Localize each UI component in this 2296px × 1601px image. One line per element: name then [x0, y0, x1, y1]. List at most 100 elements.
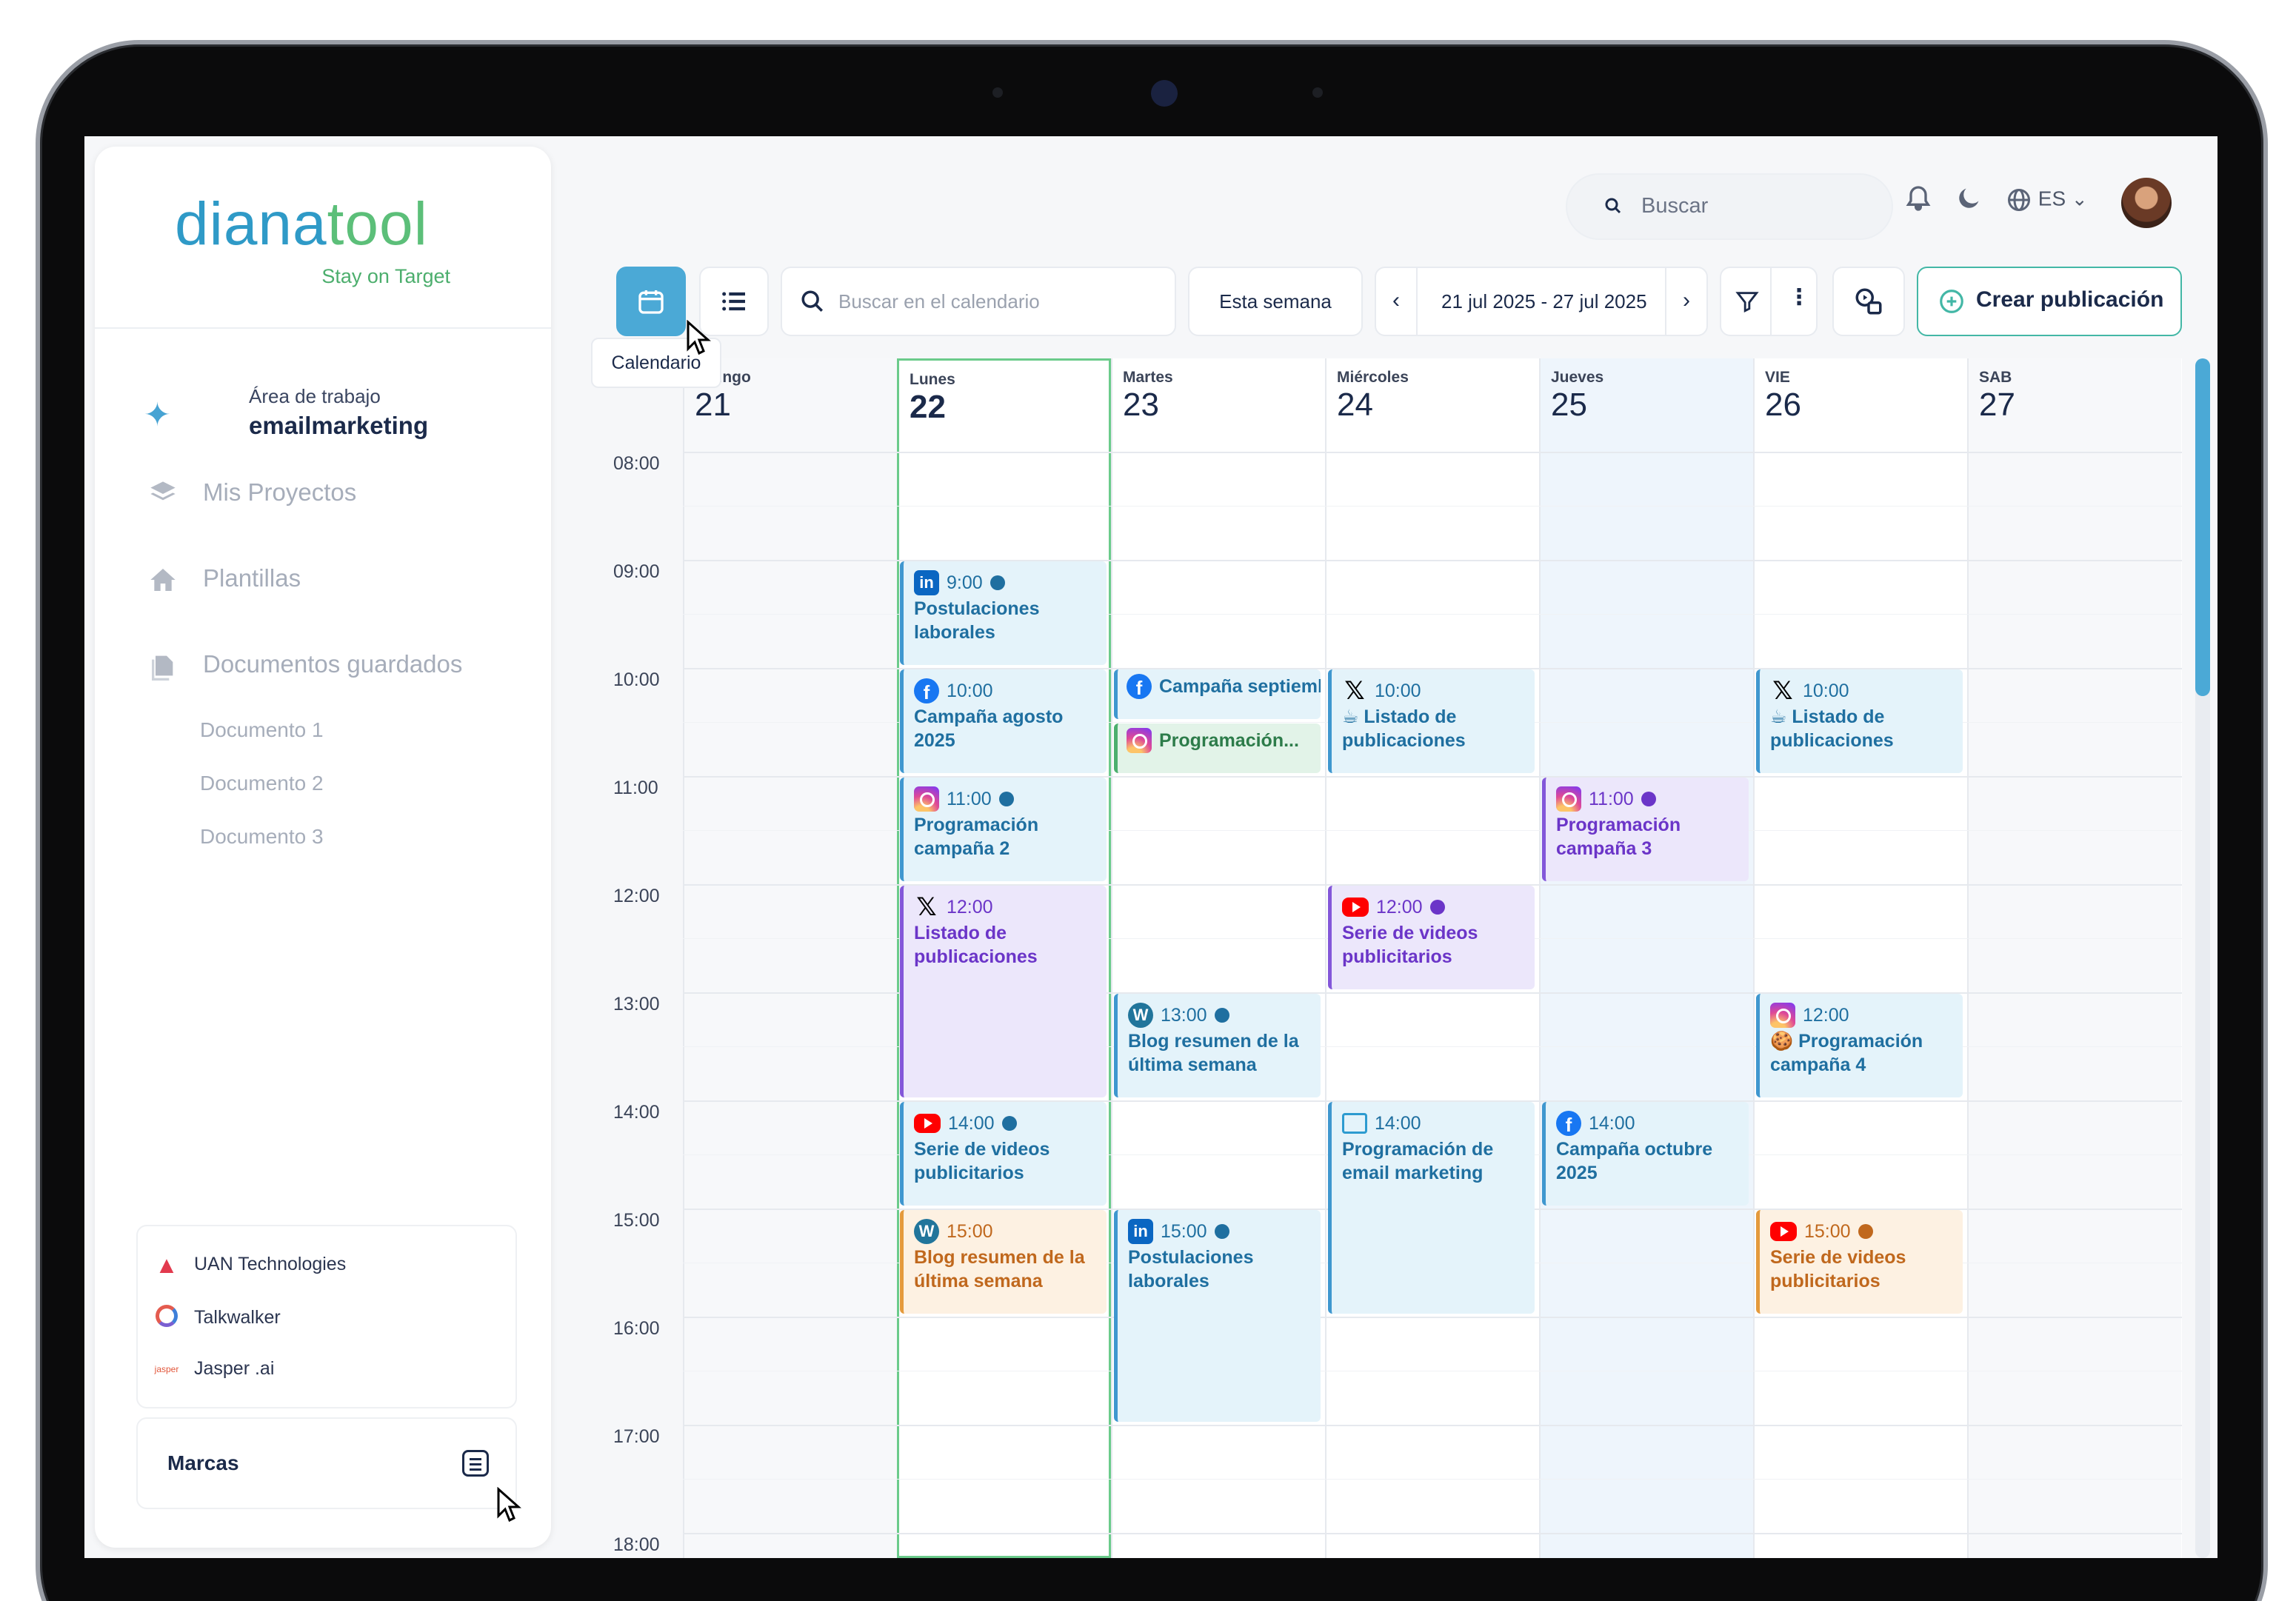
hour-label: 08:00	[613, 453, 660, 474]
this-week-button[interactable]: Esta semana	[1188, 267, 1363, 336]
document-item[interactable]: Documento 3	[200, 825, 324, 849]
calendar-event[interactable]: 14:00 Campaña octubre 2025	[1542, 1102, 1749, 1206]
calendar-event[interactable]: 𝕏 10:00 ☕ Listado de publicaciones	[1328, 669, 1535, 773]
avatar[interactable]	[2121, 178, 2172, 228]
calendar-view-button[interactable]	[616, 267, 686, 336]
brand-item[interactable]: Talkwalker	[154, 1305, 281, 1332]
language-selector[interactable]: ES ⌄	[2006, 187, 2088, 213]
video-icon	[1429, 900, 1445, 915]
logo[interactable]: dianatool	[175, 194, 428, 255]
chevron-down-icon: ⌄	[2071, 187, 2088, 210]
sparkles-icon: ✦	[144, 397, 171, 433]
brand-label: UAN Technologies	[194, 1254, 347, 1275]
mouse-cursor-icon	[687, 320, 711, 355]
filter-icon[interactable]	[1735, 289, 1760, 314]
logo-text-2: tool	[327, 190, 428, 258]
calendar-event[interactable]: 15:00 Serie de videos publicitarios	[1756, 1210, 1963, 1314]
sidebar-item-documents[interactable]: Documentos guardados	[148, 650, 462, 681]
calendar-event[interactable]: 13:00 Blog resumen de la última semana	[1114, 994, 1321, 1097]
bell-icon[interactable]	[1903, 184, 1933, 213]
event-time: 9:00	[947, 572, 983, 593]
workspace-name: emailmarketing	[249, 412, 429, 439]
event-time: 14:00	[1375, 1113, 1421, 1134]
calendar-event[interactable]: 11:00 Programación campaña 3	[1542, 778, 1749, 881]
instagram-icon	[1556, 786, 1581, 812]
search-icon	[1605, 198, 1621, 214]
brand-label: Talkwalker	[194, 1307, 281, 1328]
create-post-button[interactable]: Crear publicación	[1917, 267, 2182, 336]
list-icon[interactable]	[462, 1450, 489, 1477]
calendar-event[interactable]: 12:00 🍪 Programación campaña 4	[1756, 994, 1963, 1097]
calendar-event[interactable]: 14:00 Serie de videos publicitarios	[900, 1102, 1107, 1206]
instagram-icon	[1770, 1003, 1795, 1028]
event-time: 12:00	[1376, 897, 1423, 918]
search-placeholder: Buscar	[1641, 194, 1709, 218]
brand-item[interactable]: ▲ UAN Technologies	[154, 1251, 346, 1279]
sidebar-item-templates[interactable]: Plantillas	[148, 564, 301, 595]
linkedin-icon	[1128, 1219, 1153, 1244]
event-title: Listado de publicaciones	[914, 923, 1038, 967]
calendar-event[interactable]: 𝕏 10:00 ☕ Listado de publicaciones	[1756, 669, 1963, 773]
event-title: Campaña agosto 2025	[914, 706, 1064, 751]
talkwalker-logo-icon	[154, 1305, 179, 1332]
hour-label: 17:00	[613, 1426, 660, 1447]
scrollbar-thumb[interactable]	[2195, 358, 2210, 696]
day-name: VIE	[1765, 369, 1790, 386]
calendar-event[interactable]: 𝕏 12:00 Listado de publicaciones	[900, 886, 1107, 1097]
date-range-navigator: ‹ 21 jul 2025 - 27 jul 2025 ›	[1375, 267, 1708, 336]
global-search[interactable]: Buscar	[1566, 173, 1893, 240]
event-title: Postulaciones laborales	[1128, 1247, 1254, 1291]
logo-text-1: diana	[175, 190, 327, 258]
wordpress-icon	[1128, 1003, 1153, 1028]
video-icon	[1641, 792, 1656, 806]
media-library-button[interactable]	[1832, 267, 1905, 336]
day-column[interactable]: SAB 27	[1967, 358, 2181, 1558]
calendar-event[interactable]: 12:00 Serie de videos publicitarios	[1328, 886, 1535, 989]
globe-icon	[2008, 189, 2030, 211]
day-column[interactable]: omingo 21	[683, 358, 897, 1558]
calendar-event[interactable]: 9:00 Postulaciones laborales	[900, 561, 1107, 665]
calendar-event[interactable]: 11:00 Programación campaña 2	[900, 778, 1107, 881]
moon-icon[interactable]	[1954, 184, 1983, 213]
day-name: Lunes	[910, 371, 955, 388]
document-item[interactable]: Documento 2	[200, 772, 324, 795]
sidebar: dianatool Stay on Target ✦ Área de traba…	[95, 147, 551, 1548]
sidebar-item-projects[interactable]: Mis Proyectos	[148, 478, 356, 509]
day-column[interactable]: VIE 26	[1753, 358, 1967, 1558]
vertical-scrollbar[interactable]	[2195, 358, 2210, 1558]
more-options-icon[interactable]: ⋮	[1788, 284, 1810, 310]
event-time: 10:00	[1803, 681, 1849, 701]
calendar-event[interactable]: Campaña septiembre 2025	[1114, 669, 1321, 719]
chevron-left-icon[interactable]: ‹	[1376, 268, 1418, 335]
event-title: Serie de videos publicitarios	[1342, 923, 1478, 967]
hour-label: 10:00	[613, 669, 660, 690]
document-item[interactable]: Documento 1	[200, 718, 324, 742]
calendar-event[interactable]: 10:00 Campaña agosto 2025	[900, 669, 1107, 773]
event-time: 12:00	[1803, 1005, 1849, 1026]
hour-label: 11:00	[613, 778, 658, 798]
event-time: 11:00	[1589, 789, 1634, 809]
day-name: SAB	[1979, 369, 2012, 386]
event-title: Postulaciones laborales	[914, 598, 1040, 643]
calendar-event[interactable]: 15:00 Blog resumen de la última semana	[900, 1210, 1107, 1314]
calendar-event[interactable]: 15:00 Postulaciones laborales	[1114, 1210, 1321, 1422]
video-icon	[998, 792, 1014, 806]
day-name: Miércoles	[1337, 369, 1409, 386]
calendar-search-input[interactable]: Buscar en el calendario	[781, 267, 1176, 336]
calendar-event[interactable]: Programación...	[1114, 723, 1321, 773]
mouse-cursor-icon	[497, 1487, 521, 1523]
day-column[interactable]: Jueves 25	[1539, 358, 1753, 1558]
calendar-icon	[638, 290, 664, 314]
youtube-icon	[1342, 898, 1369, 917]
event-title: ☕ Listado de publicaciones	[1342, 706, 1466, 751]
hour-label: 12:00	[613, 886, 660, 906]
brands-panel-toggle[interactable]: Marcas	[136, 1417, 517, 1509]
hour-label: 15:00	[613, 1210, 660, 1231]
uan-logo-icon: ▲	[155, 1251, 178, 1278]
calendar-event[interactable]: 14:00 Programación de email marketing	[1328, 1102, 1535, 1314]
day-number: 22	[910, 389, 946, 425]
camera	[1151, 80, 1178, 107]
brand-item[interactable]: jasper Jasper .ai	[154, 1358, 275, 1380]
chevron-right-icon[interactable]: ›	[1665, 268, 1706, 335]
day-name: Martes	[1123, 369, 1173, 386]
